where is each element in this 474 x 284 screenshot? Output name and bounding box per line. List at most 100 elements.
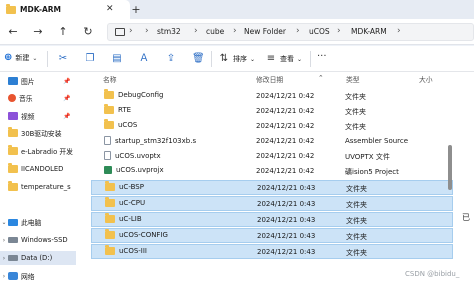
chevron-down-icon: ⌄ xyxy=(250,55,256,63)
sidebar-item-data-d[interactable]: › Data (D:) xyxy=(0,251,76,265)
sidebar-item-label: 图片 xyxy=(21,78,35,86)
sidebar-item-network[interactable]: › 网络 xyxy=(0,269,35,283)
watermark: CSDN @bibidu_ xyxy=(405,270,460,278)
chevron-down-icon[interactable]: ⌄ xyxy=(0,219,8,226)
folder-icon xyxy=(104,119,114,129)
file-name: startup_stm32f103xb.s xyxy=(115,136,197,145)
breadcrumb-new-folder[interactable]: New Folder xyxy=(244,27,286,36)
chevron-right-icon: › xyxy=(145,26,149,36)
table-row-selected[interactable]: uC-CPU 2024/12/21 0:43 文件夹 xyxy=(91,196,453,211)
refresh-button[interactable]: ↻ xyxy=(81,25,95,39)
folder-icon xyxy=(8,145,18,155)
pictures-icon xyxy=(8,77,18,85)
divider xyxy=(47,51,48,67)
chevron-right-icon[interactable]: › xyxy=(0,237,8,244)
network-icon xyxy=(8,272,18,280)
table-row-selected[interactable]: uCOS-III 2024/12/21 0:43 文件夹 xyxy=(91,244,453,259)
divider xyxy=(211,51,212,67)
videos-icon xyxy=(8,112,18,120)
table-row-selected[interactable]: uC-BSP 2024/12/21 0:43 文件夹 xyxy=(91,180,453,195)
table-row[interactable]: uCOS.uvoptx 2024/12/21 0:42 UVOPTX 文件 xyxy=(91,149,453,164)
share-icon[interactable]: ⇪ xyxy=(165,53,177,65)
sidebar-item-videos[interactable]: 视频 📌 xyxy=(0,109,70,123)
chevron-right-icon[interactable]: › xyxy=(0,273,8,280)
breadcrumb[interactable]: › › stm32 › cube › New Folder › uCOS › M… xyxy=(107,23,474,41)
sidebar-item-iicandoled[interactable]: IICANDOLED xyxy=(0,162,63,176)
file-name: uCOS-III xyxy=(119,247,147,255)
title-bar: MDK-ARM ✕ + xyxy=(0,0,474,19)
file-list: 名称 ⌃ 修改日期 类型 大小 DebugConfig 2024/12/21 0… xyxy=(76,72,474,284)
paste-icon[interactable]: ▤ xyxy=(111,53,123,65)
view-label: 查看 xyxy=(280,55,294,63)
column-name[interactable]: 名称 xyxy=(103,74,117,84)
rename-icon[interactable]: Ａ xyxy=(138,53,150,65)
edge-text: 已 xyxy=(462,213,470,222)
chevron-down-icon: ⌄ xyxy=(297,55,303,63)
close-tab-icon[interactable]: ✕ xyxy=(106,4,114,14)
column-size[interactable]: 大小 xyxy=(419,74,433,84)
new-tab-button[interactable]: + xyxy=(129,3,143,16)
up-button[interactable]: ↑ xyxy=(56,25,70,39)
delete-icon[interactable]: 🗑 xyxy=(192,53,205,65)
more-options-button[interactable]: ··· xyxy=(317,51,327,62)
folder-icon xyxy=(105,197,115,207)
folder-icon xyxy=(104,89,114,99)
file-type: 礦ision5 Project xyxy=(345,168,399,176)
scrollbar[interactable] xyxy=(448,145,452,190)
table-row[interactable]: uCOS.uvprojx 2024/12/21 0:42 礦ision5 Pro… xyxy=(91,164,453,179)
breadcrumb-mdk-arm[interactable]: MDK-ARM xyxy=(351,27,387,36)
chevron-down-icon: ⌄ xyxy=(32,54,38,62)
sort-button[interactable]: ⇅ 排序 ⌄ xyxy=(218,53,255,65)
table-row-selected[interactable]: uCOS-CONFIG 2024/12/21 0:43 文件夹 xyxy=(91,228,453,243)
file-date: 2024/12/21 0:42 xyxy=(256,137,315,145)
command-bar: ⊕ 新建 ⌄ ✂ ❐ ▤ Ａ ⇪ 🗑 ⇅ 排序 ⌄ ≡ 查看 ⌄ ··· xyxy=(0,46,474,72)
sidebar-item-temperature[interactable]: temperature_s xyxy=(0,180,71,194)
file-date: 2024/12/21 0:42 xyxy=(256,92,315,100)
sidebar-item-30b[interactable]: 30B驱动安装 xyxy=(0,126,62,140)
back-button[interactable]: ← xyxy=(6,25,20,39)
folder-icon xyxy=(105,229,115,239)
sidebar-item-e-labradio[interactable]: e-Labradio 开发 xyxy=(0,144,73,158)
file-date: 2024/12/21 0:43 xyxy=(257,232,316,240)
tab-title: MDK-ARM xyxy=(20,5,62,14)
breadcrumb-stm32[interactable]: stm32 xyxy=(157,27,181,36)
table-row-selected[interactable]: uC-LIB 2024/12/21 0:43 文件夹 xyxy=(91,212,453,227)
file-name: uCOS xyxy=(118,121,138,129)
tab-mdk-arm[interactable]: MDK-ARM ✕ xyxy=(0,0,130,19)
column-header: 名称 ⌃ 修改日期 类型 大小 xyxy=(76,72,474,85)
table-row[interactable]: RTE 2024/12/21 0:42 文件夹 xyxy=(91,104,453,119)
breadcrumb-cube[interactable]: cube xyxy=(206,27,224,36)
sidebar-item-music[interactable]: 音乐 📌 xyxy=(0,91,70,105)
cut-icon[interactable]: ✂ xyxy=(57,53,69,65)
pin-icon: 📌 xyxy=(63,77,71,85)
table-row[interactable]: DebugConfig 2024/12/21 0:42 文件夹 xyxy=(91,89,453,104)
project-icon xyxy=(104,166,112,174)
file-type: Assembler Source xyxy=(345,137,409,145)
forward-button[interactable]: → xyxy=(31,25,45,39)
view-button[interactable]: ≡ 查看 ⌄ xyxy=(265,53,302,65)
file-name: DebugConfig xyxy=(118,91,164,99)
new-label: 新建 xyxy=(15,54,30,62)
column-type[interactable]: 类型 xyxy=(346,74,360,84)
sidebar-item-label: 此电脑 xyxy=(21,219,42,227)
breadcrumb-ucos[interactable]: uCOS xyxy=(309,27,330,36)
file-name: uCOS-CONFIG xyxy=(119,231,168,239)
sidebar-item-this-pc[interactable]: ⌄ 此电脑 xyxy=(0,215,41,229)
table-row[interactable]: uCOS 2024/12/21 0:42 文件夹 xyxy=(91,119,453,134)
file-date: 2024/12/21 0:42 xyxy=(256,152,315,160)
new-button[interactable]: ⊕ 新建 ⌄ xyxy=(4,53,37,63)
details-pane-edge xyxy=(458,72,474,284)
folder-icon xyxy=(104,104,114,114)
sort-icon: ⇅ xyxy=(219,53,229,64)
file-date: 2024/12/21 0:43 xyxy=(257,216,316,224)
file-type: 文件夹 xyxy=(345,93,366,101)
monitor-icon xyxy=(115,28,125,36)
column-modified[interactable]: 修改日期 xyxy=(256,74,283,84)
copy-icon[interactable]: ❐ xyxy=(84,53,96,65)
sidebar-item-windows-ssd[interactable]: › Windows-SSD xyxy=(0,233,68,247)
chevron-right-icon[interactable]: › xyxy=(0,255,8,262)
table-row[interactable]: startup_stm32f103xb.s 2024/12/21 0:42 As… xyxy=(91,134,453,149)
sidebar-item-pictures[interactable]: 图片 📌 xyxy=(0,74,70,88)
file-type: 文件夹 xyxy=(346,217,367,225)
pin-icon: 📌 xyxy=(63,94,71,102)
